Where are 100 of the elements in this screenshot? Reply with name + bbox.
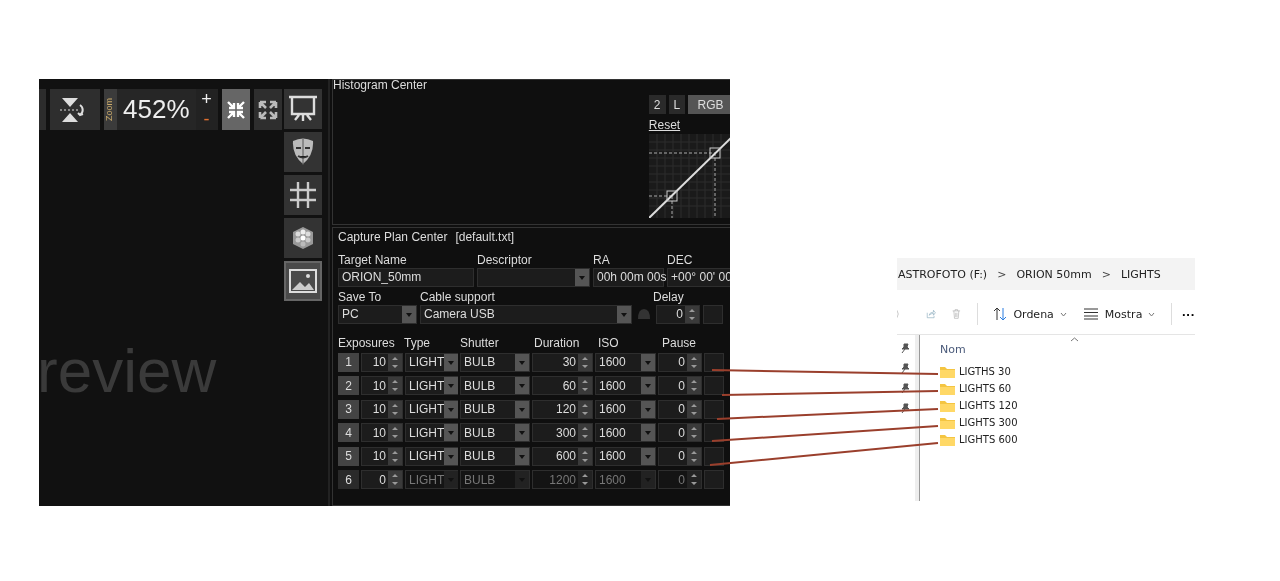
row-index-button[interactable]: 1 [338, 352, 359, 372]
shutter-dropdown[interactable]: BULB [460, 446, 530, 466]
duration-spinner[interactable]: 60 [532, 376, 593, 395]
pause-spinner[interactable]: 0 [658, 352, 702, 372]
delay-spinner[interactable]: 0 [656, 304, 700, 324]
grid-button[interactable] [283, 175, 322, 215]
iso-dropdown[interactable]: 1600 [595, 446, 656, 466]
spinner-arrows-icon [388, 353, 402, 371]
shutter-dropdown[interactable]: BULB [460, 376, 530, 395]
expand-button[interactable] [253, 89, 282, 130]
input-field[interactable] [704, 352, 724, 372]
pause-spinner[interactable]: 0 [658, 446, 702, 466]
shutter-dropdown[interactable]: BULB [460, 423, 530, 442]
type-dropdown[interactable]: LIGHT [405, 352, 458, 372]
expand-icon [256, 98, 279, 121]
exposures-spinner[interactable]: 10 [361, 376, 403, 395]
spinner-arrows-icon [388, 471, 402, 488]
caret-icon [1148, 311, 1156, 317]
pause-spinner[interactable]: 0 [658, 399, 702, 419]
type-dropdown[interactable]: LIGHT [405, 399, 458, 419]
duration-spinner[interactable]: 300 [532, 423, 593, 442]
breadcrumb-item[interactable]: ASTROFOTO (F:) [898, 267, 988, 281]
pin-icon [900, 343, 910, 353]
channel-tab[interactable]: L [668, 95, 686, 114]
row-index-button[interactable]: 3 [338, 399, 359, 419]
row-index-button[interactable]: 4 [338, 423, 359, 442]
folder-icon [940, 365, 955, 378]
folder-item[interactable]: LIGHTS 600 [940, 431, 1195, 448]
input-field[interactable] [704, 376, 724, 395]
save-to-dropdown[interactable]: PC [338, 304, 417, 324]
exposures-spinner[interactable]: 10 [361, 423, 403, 442]
sort-icon [993, 307, 1008, 321]
iso-dropdown[interactable]: 1600 [595, 376, 656, 395]
spinner-arrows-icon [388, 424, 402, 441]
type-dropdown[interactable]: LIGHT [405, 446, 458, 466]
breadcrumb-item[interactable]: LIGHTS [1120, 267, 1161, 281]
column-header: Shutter [460, 336, 500, 350]
folder-icon [940, 433, 955, 446]
type-dropdown[interactable]: LIGHT [405, 376, 458, 395]
channel-tab[interactable]: 2 [648, 95, 666, 114]
input-field[interactable] [704, 423, 724, 442]
shrink-button[interactable] [221, 89, 250, 130]
spinner-arrows-icon [687, 447, 701, 465]
folder-icon [940, 399, 955, 412]
exposures-spinner[interactable]: 10 [361, 352, 403, 372]
iso-dropdown[interactable]: 1600 [595, 352, 656, 372]
field-label: Save To [338, 290, 383, 304]
type-dropdown[interactable]: LIGHT [405, 423, 458, 442]
channel-tab[interactable]: RGB [688, 95, 730, 114]
scrollbar[interactable] [915, 335, 920, 501]
column-header[interactable]: Nom [940, 342, 966, 356]
breadcrumb-item[interactable]: ORION 50mm [1016, 267, 1092, 281]
delete-icon[interactable] [952, 306, 961, 322]
shutter-dropdown[interactable]: BULB [460, 399, 530, 419]
iso-dropdown[interactable]: 1600 [595, 423, 656, 442]
input-field[interactable] [704, 399, 724, 419]
duration-spinner[interactable]: 600 [532, 446, 593, 466]
zoom-value: 452% [122, 93, 191, 126]
exposures-spinner[interactable]: 10 [361, 446, 403, 466]
more-button[interactable]: ··· [1182, 306, 1195, 322]
row-index-button[interactable]: 5 [338, 446, 359, 466]
pin-icon [900, 383, 910, 393]
zoom-out-button[interactable]: - [195, 109, 218, 129]
exposures-spinner[interactable]: 10 [361, 399, 403, 419]
column-header: Duration [534, 336, 581, 350]
spinner-arrows-icon [388, 377, 402, 394]
pause-spinner[interactable]: 0 [658, 423, 702, 442]
ra-field[interactable]: 00h 00m 00s [593, 267, 664, 287]
duration-spinner[interactable]: 120 [532, 399, 593, 419]
duration-spinner[interactable]: 30 [532, 352, 593, 372]
zoom-in-button[interactable]: + [195, 89, 218, 109]
toolbar-button[interactable]: Ordena [993, 307, 1067, 321]
folder-item[interactable]: LIGTHS 30 [940, 363, 1195, 380]
flip-button[interactable] [50, 89, 100, 130]
spinner-arrows-icon [687, 471, 701, 488]
shutter-dropdown[interactable]: BULB [460, 352, 530, 372]
spinner-arrows-icon [578, 400, 592, 418]
folder-item[interactable]: LIGHTS 300 [940, 414, 1195, 431]
spinner-arrows-icon [578, 447, 592, 465]
cube-button[interactable] [283, 218, 322, 258]
iso-dropdown[interactable]: 1600 [595, 399, 656, 419]
image-button[interactable] [283, 261, 322, 301]
folder-item[interactable]: LIGHTS 60 [940, 380, 1195, 397]
folder-item[interactable]: LIGHTS 120 [940, 397, 1195, 414]
grid-icon [287, 180, 318, 210]
mask-button[interactable] [283, 132, 322, 172]
input-field[interactable] [704, 446, 724, 466]
descriptor-dropdown[interactable] [477, 267, 590, 287]
toolbar-button[interactable]: Mostra [1082, 307, 1156, 321]
pause-spinner[interactable]: 0 [658, 376, 702, 395]
slideshow-button[interactable] [283, 89, 322, 129]
input-field[interactable] [703, 304, 723, 324]
spinner-arrows-icon [578, 424, 592, 441]
sort-caret-icon [1070, 337, 1079, 342]
cable-dropdown[interactable]: Camera USB [420, 304, 632, 324]
row-index-button[interactable]: 2 [338, 376, 359, 395]
folder-icon [940, 382, 955, 395]
caret-icon [1059, 311, 1067, 317]
target-name-field[interactable]: ORION_50mm [338, 267, 474, 287]
reset-link[interactable]: Reset [648, 118, 730, 132]
